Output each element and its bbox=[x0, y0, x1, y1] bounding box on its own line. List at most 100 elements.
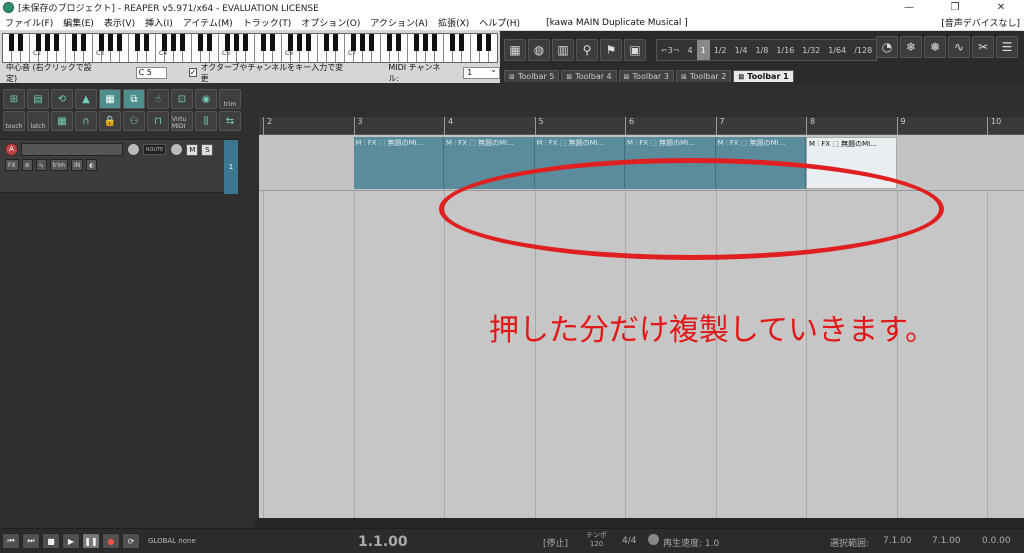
black-key[interactable] bbox=[414, 34, 419, 51]
black-key[interactable] bbox=[270, 34, 275, 51]
black-key[interactable] bbox=[225, 34, 230, 51]
pan-knob[interactable] bbox=[170, 143, 184, 156]
playrate-knob[interactable] bbox=[648, 534, 659, 545]
marker-icon[interactable]: ⚑ bbox=[600, 39, 622, 61]
menu-view[interactable]: 表示(V) bbox=[99, 16, 140, 29]
piano-keyboard[interactable]: C2 C3 C4 C5 C6 C7 bbox=[2, 33, 498, 63]
menu-project-name[interactable]: [kawa MAIN Duplicate Musical ] bbox=[541, 18, 693, 28]
black-key[interactable] bbox=[351, 34, 356, 51]
chip-icon[interactable]: ▣ bbox=[624, 39, 646, 61]
black-key[interactable] bbox=[360, 34, 365, 51]
black-key[interactable] bbox=[135, 34, 140, 51]
envelope-button-icon[interactable]: ∿ bbox=[35, 159, 47, 171]
black-key[interactable] bbox=[288, 34, 293, 51]
black-key[interactable] bbox=[108, 34, 113, 51]
tab-toolbar-2[interactable]: ⊠ Toolbar 2 bbox=[675, 70, 732, 82]
black-key[interactable] bbox=[333, 34, 338, 51]
lock-icon[interactable]: 🔒 bbox=[99, 111, 121, 131]
new-item-icon[interactable]: ▤ bbox=[27, 89, 49, 109]
repeat-button[interactable]: ⟳ bbox=[122, 533, 140, 549]
menu-track[interactable]: トラック(T) bbox=[238, 16, 297, 29]
people-icon[interactable]: ⚇ bbox=[123, 111, 145, 131]
track-name-field[interactable] bbox=[21, 143, 123, 156]
time-signature[interactable]: 4/4 bbox=[622, 536, 636, 546]
grid-option-active[interactable]: 1 bbox=[696, 40, 710, 60]
black-key[interactable] bbox=[18, 34, 23, 51]
tab-toolbar-5[interactable]: ⊠ Toolbar 5 bbox=[504, 70, 560, 82]
ripple-icon[interactable]: ⧉ bbox=[123, 89, 145, 109]
scissors-icon[interactable]: ✂ bbox=[972, 36, 994, 58]
close-button[interactable]: ✕ bbox=[978, 0, 1024, 15]
grid-option[interactable]: 1/32 bbox=[798, 40, 824, 60]
solo-button[interactable]: S bbox=[201, 143, 214, 156]
magnet-icon[interactable]: ∩ bbox=[75, 111, 97, 131]
black-key[interactable] bbox=[45, 34, 50, 51]
grid-option[interactable]: 1/2 bbox=[710, 40, 731, 60]
black-key[interactable] bbox=[477, 34, 482, 51]
go-end-button[interactable]: ⏭ bbox=[22, 533, 40, 549]
tab-toolbar-1[interactable]: ⊠ Toolbar 1 bbox=[733, 70, 794, 82]
black-key[interactable] bbox=[387, 34, 392, 51]
menu-options[interactable]: オプション(O) bbox=[296, 16, 365, 29]
black-key[interactable] bbox=[243, 34, 248, 51]
menu-help[interactable]: ヘルプ(H) bbox=[474, 16, 525, 29]
record-button[interactable]: ● bbox=[102, 533, 120, 549]
black-key[interactable] bbox=[306, 34, 311, 51]
tab-close-icon[interactable]: ⊠ bbox=[738, 73, 744, 81]
menu-actions[interactable]: アクション(A) bbox=[365, 16, 433, 29]
black-key[interactable] bbox=[459, 34, 464, 51]
add-track-icon[interactable]: ⊞ bbox=[3, 89, 25, 109]
volume-knob[interactable] bbox=[127, 143, 140, 156]
grid-option[interactable]: 1/16 bbox=[772, 40, 798, 60]
grid-option[interactable]: /128 bbox=[850, 40, 876, 60]
black-key[interactable] bbox=[297, 34, 302, 51]
black-key[interactable] bbox=[9, 34, 14, 51]
black-key[interactable] bbox=[81, 34, 86, 51]
audio-device-status[interactable]: [音声デバイスなし] bbox=[936, 16, 1024, 29]
grid-option[interactable]: 1/64 bbox=[824, 40, 850, 60]
black-key[interactable] bbox=[432, 34, 437, 51]
waveform-icon[interactable]: ∿ bbox=[948, 36, 970, 58]
menu-edit[interactable]: 編集(E) bbox=[58, 16, 99, 29]
black-key[interactable] bbox=[162, 34, 167, 51]
black-key[interactable] bbox=[450, 34, 455, 51]
peak-icon[interactable]: ⊓ bbox=[147, 111, 169, 131]
phase-icon[interactable]: ⊘ bbox=[21, 159, 33, 171]
black-key[interactable] bbox=[171, 34, 176, 51]
black-key[interactable] bbox=[36, 34, 41, 51]
triplet-icon[interactable]: ⌐3¬ bbox=[657, 40, 684, 60]
maximize-button[interactable]: ❐ bbox=[932, 0, 978, 15]
black-key[interactable] bbox=[369, 34, 374, 51]
touch-icon[interactable]: touch bbox=[3, 111, 25, 131]
black-key[interactable] bbox=[180, 34, 185, 51]
clock-icon[interactable]: ◔ bbox=[876, 36, 898, 58]
midi-item[interactable]: M ⫶ FX ⬚ 無題のMI... bbox=[353, 137, 444, 189]
horizontal-scrollbar[interactable] bbox=[255, 518, 1024, 528]
virtual-midi-icon[interactable]: Virtu MIDI bbox=[171, 111, 193, 131]
black-key[interactable] bbox=[423, 34, 428, 51]
black-key[interactable] bbox=[99, 34, 104, 51]
latch-icon[interactable]: latch bbox=[27, 111, 49, 131]
center-note-field[interactable]: C 5 bbox=[135, 66, 167, 79]
black-key[interactable] bbox=[117, 34, 122, 51]
minimize-button[interactable]: — bbox=[886, 0, 932, 15]
drum-icon[interactable]: ◍ bbox=[528, 39, 550, 61]
black-key[interactable] bbox=[234, 34, 239, 51]
routing-icon[interactable]: ⇆ bbox=[219, 111, 241, 131]
mute-button[interactable]: M bbox=[186, 143, 199, 156]
loop-icon[interactable]: ⟲ bbox=[51, 89, 73, 109]
unfreeze-icon[interactable]: ❅ bbox=[924, 36, 946, 58]
go-start-button[interactable]: ⏮ bbox=[2, 533, 20, 549]
black-key[interactable] bbox=[72, 34, 77, 51]
black-key[interactable] bbox=[324, 34, 329, 51]
selection-end[interactable]: 7.1.00 bbox=[932, 536, 961, 546]
timeline-ruler[interactable]: 2 3 4 5 6 7 8 9 10 bbox=[259, 117, 1024, 135]
envelope-icon[interactable]: ⊡ bbox=[171, 89, 193, 109]
mixer-fader-icon[interactable]: ⫼ bbox=[195, 111, 217, 131]
track-number[interactable]: 1 bbox=[224, 140, 238, 194]
snap-icon[interactable]: ▦ bbox=[99, 89, 121, 109]
tab-close-icon[interactable]: ⊠ bbox=[624, 73, 630, 81]
tab-toolbar-3[interactable]: ⊠ Toolbar 3 bbox=[618, 70, 674, 82]
grid-option[interactable]: 4 bbox=[684, 40, 697, 60]
route-button[interactable]: ROUTE bbox=[143, 144, 167, 155]
